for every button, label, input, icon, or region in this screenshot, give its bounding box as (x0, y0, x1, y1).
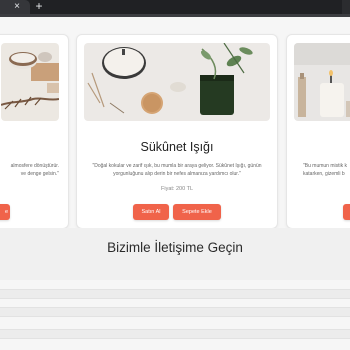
new-tab-icon[interactable]: + (33, 0, 45, 14)
description-line: almosfere dönüştürür. (10, 163, 59, 169)
close-tab-icon[interactable]: × (12, 0, 22, 14)
product-price: Fiyat: 200 TL (161, 186, 193, 192)
description-line: ve denge gelsin." (20, 171, 59, 177)
contact-title: Bizimle İletişime Geçin (107, 240, 243, 255)
browser-tab[interactable]: × (0, 0, 30, 14)
add-to-cart-button[interactable]: Sepete Ekle (173, 204, 221, 220)
contact-form-field[interactable] (0, 289, 350, 299)
product-image (1, 43, 59, 121)
product-image (84, 43, 270, 121)
page-content: almosfere dönüştürür. ve denge gelsin." … (0, 17, 350, 350)
contact-form-field[interactable] (0, 329, 350, 339)
product-description: "Bu mumun mistik k katarken, gizemli b (303, 162, 350, 178)
product-title: Sükûnet Işığı (140, 140, 214, 154)
product-card-center: Sükûnet Işığı "Doğal kokular ve zarif ış… (76, 34, 278, 229)
buy-button[interactable]: Satın Al (133, 204, 169, 220)
product-description: almosfere dönüştürür. ve denge gelsin." (0, 162, 59, 178)
add-to-cart-button[interactable]: e (0, 204, 10, 220)
browser-tab-bar: × + (0, 0, 350, 14)
add-to-cart-button[interactable] (343, 204, 350, 220)
description-line: yorgunluğunu alıp derin bir nefes almanı… (113, 171, 241, 177)
description-line: katarken, gizemli b (303, 171, 345, 177)
product-card-right: "Bu mumun mistik k katarken, gizemli b (286, 34, 350, 229)
contact-form-field[interactable] (0, 307, 350, 317)
description-line: "Doğal kokular ve zarif ışık, bu mumla b… (92, 163, 262, 169)
window-control[interactable] (342, 0, 350, 14)
product-image (294, 43, 350, 121)
description-line: "Bu mumun mistik k (303, 163, 348, 169)
product-card-left: almosfere dönüştürür. ve denge gelsin." … (0, 34, 69, 229)
product-description: "Doğal kokular ve zarif ışık, bu mumla b… (77, 162, 277, 178)
